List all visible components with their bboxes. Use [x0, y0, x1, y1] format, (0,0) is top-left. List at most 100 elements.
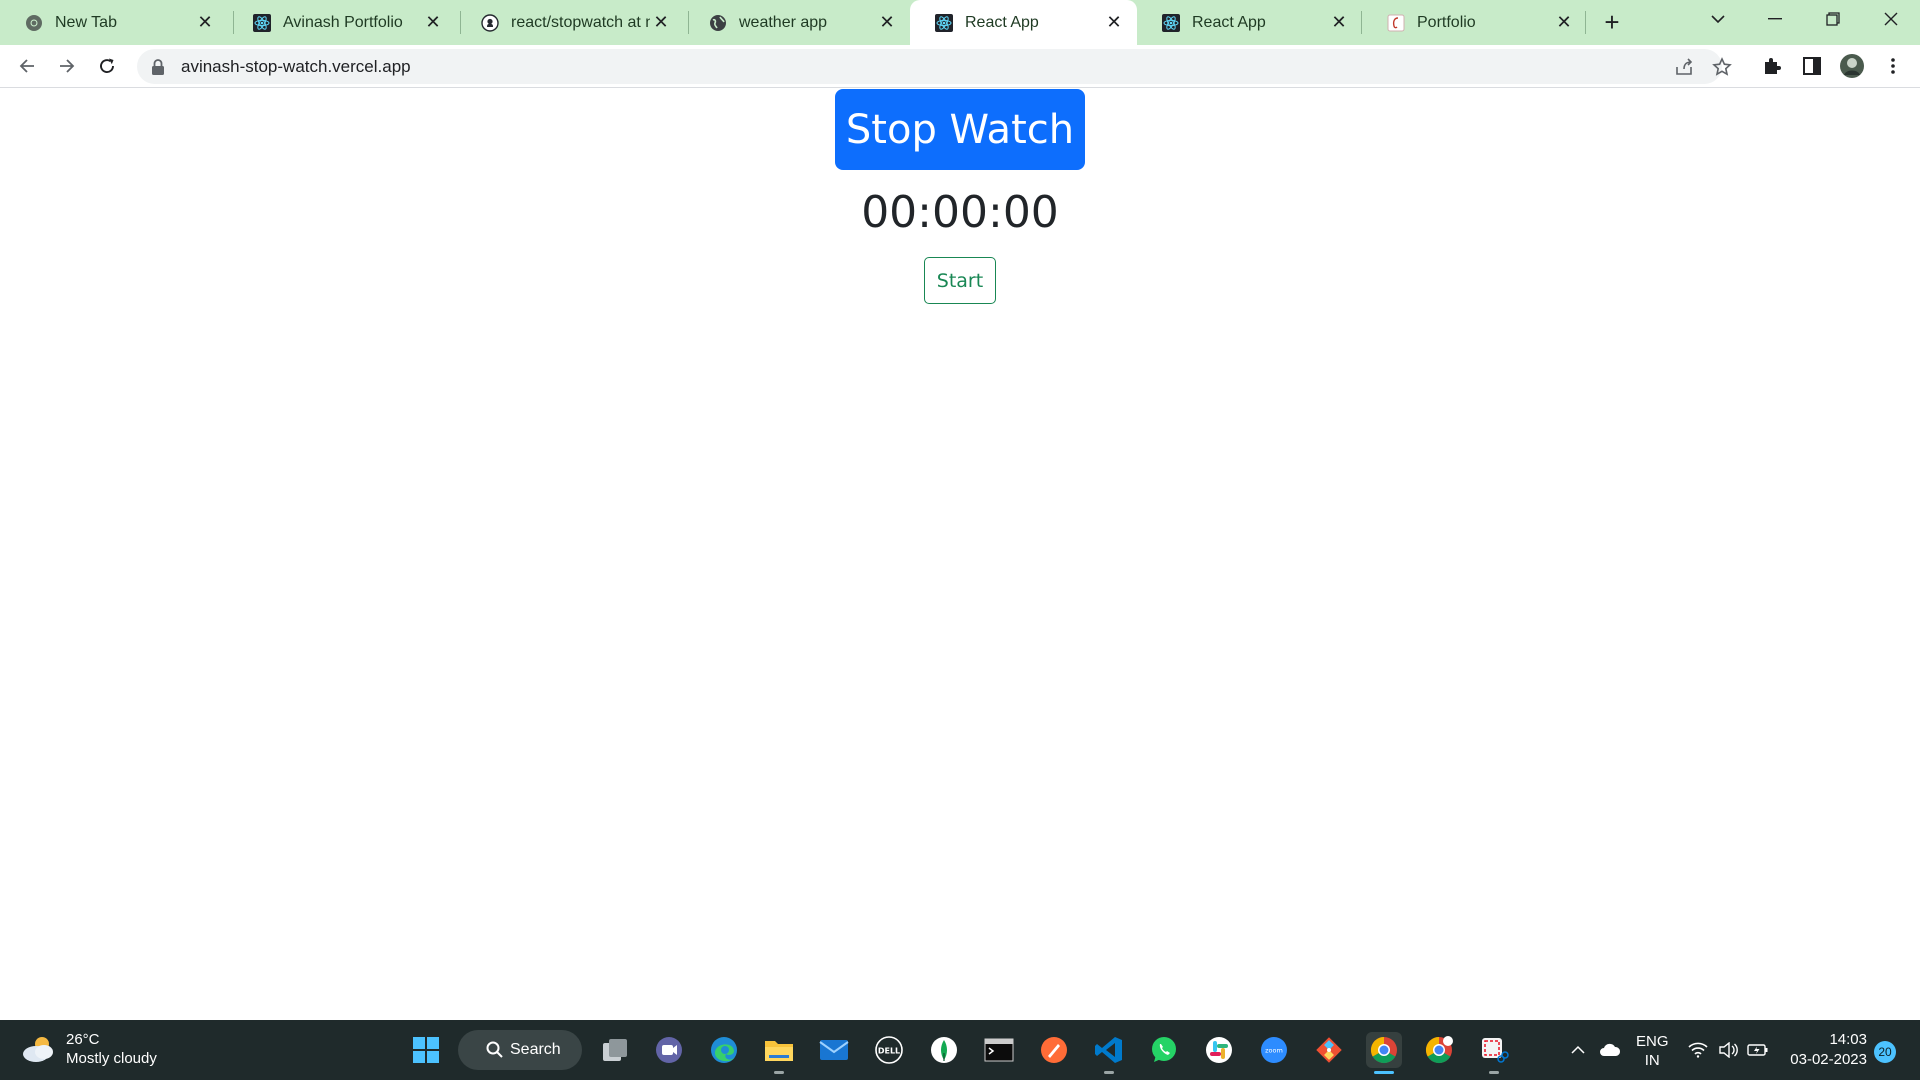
close-icon[interactable]: ✕ — [1328, 12, 1350, 34]
chrome-icon — [25, 14, 43, 32]
edge-button[interactable] — [706, 1032, 742, 1068]
close-icon[interactable]: ✕ — [876, 12, 898, 34]
close-icon[interactable]: ✕ — [1103, 12, 1125, 34]
forward-button[interactable] — [52, 51, 82, 81]
close-icon[interactable]: ✕ — [194, 12, 216, 34]
tab-title: Avinash Portfolio — [283, 13, 403, 31]
notification-count-badge[interactable]: 20 — [1874, 1041, 1896, 1063]
react-icon — [253, 13, 271, 32]
system-clock[interactable]: 14:03 03-02-2023 — [1785, 1030, 1867, 1070]
forward-arrow-icon — [60, 59, 75, 73]
restore-button[interactable] — [1810, 0, 1856, 38]
mail-icon — [819, 1040, 849, 1060]
reload-icon — [100, 58, 114, 73]
close-icon[interactable]: ✕ — [1553, 12, 1575, 34]
browser-toolbar: avinash-stop-watch.vercel.app — [0, 45, 1920, 88]
taskbar-search[interactable]: Search — [458, 1030, 582, 1070]
terminal-button[interactable] — [981, 1032, 1017, 1068]
file-explorer-icon — [765, 1041, 793, 1061]
share-icon[interactable] — [1672, 55, 1696, 79]
postman-icon — [1041, 1037, 1067, 1063]
tab-new-tab[interactable]: New Tab ✕ — [0, 0, 228, 45]
edge-icon — [711, 1037, 737, 1063]
minimize-button[interactable] — [1752, 0, 1798, 38]
close-window-button[interactable] — [1868, 0, 1914, 38]
windows-start-button[interactable] — [408, 1032, 444, 1068]
speaker-icon — [1719, 1042, 1738, 1058]
cloudy-weather-icon — [23, 1037, 53, 1062]
show-hidden-icons-button[interactable] — [1560, 1032, 1596, 1068]
tab-title: New Tab — [55, 13, 117, 31]
tab-weather-app[interactable]: weather app ✕ — [684, 0, 910, 45]
windows-taskbar: 26°C Mostly cloudy Search DELL zoom ENG … — [0, 1020, 1920, 1080]
whatsapp-button[interactable] — [1146, 1032, 1182, 1068]
windows-start-icon — [413, 1037, 439, 1063]
task-view-icon — [603, 1039, 627, 1061]
running-indicator — [1104, 1071, 1114, 1074]
file-explorer-button[interactable] — [761, 1032, 797, 1074]
tab-strip: New Tab ✕ Avinash Portfolio ✕ react/stop… — [0, 0, 1920, 45]
address-bar[interactable]: avinash-stop-watch.vercel.app — [137, 49, 1732, 84]
new-tab-button[interactable]: + — [1597, 7, 1627, 37]
postman-button[interactable] — [1036, 1032, 1072, 1068]
slack-button[interactable] — [1201, 1032, 1237, 1068]
onedrive-cloud-icon — [1600, 1043, 1621, 1056]
git-button[interactable] — [1311, 1032, 1347, 1068]
chevron-down-icon — [1711, 15, 1725, 24]
svg-text:zoom: zoom — [1265, 1047, 1283, 1055]
bookmark-star-icon[interactable] — [1710, 55, 1734, 79]
lock-icon — [151, 58, 165, 75]
region-code: IN — [1644, 1052, 1660, 1069]
reload-button[interactable] — [92, 51, 122, 81]
close-icon[interactable]: ✕ — [422, 12, 444, 34]
zoom-icon: zoom — [1261, 1037, 1287, 1063]
chrome-profile-button[interactable] — [1421, 1032, 1457, 1068]
portfolio-icon — [1387, 14, 1405, 32]
profile-avatar[interactable] — [1839, 53, 1865, 79]
chrome-button[interactable] — [1366, 1032, 1402, 1074]
back-arrow-icon — [19, 59, 34, 73]
chrome-profile-icon — [1425, 1036, 1453, 1064]
back-button[interactable] — [12, 51, 42, 81]
mongodb-compass-button[interactable] — [926, 1032, 962, 1068]
task-view-button[interactable] — [597, 1032, 633, 1068]
dell-button[interactable]: DELL — [871, 1032, 907, 1068]
battery-button[interactable] — [1740, 1032, 1776, 1068]
tab-search-button[interactable] — [1695, 0, 1741, 38]
tab-portfolio[interactable]: Portfolio ✕ — [1362, 0, 1587, 45]
zoom-button[interactable]: zoom — [1256, 1032, 1292, 1068]
tab-react-app[interactable]: React App ✕ — [1137, 0, 1362, 45]
teams-chat-button[interactable] — [651, 1032, 687, 1068]
tab-title: weather app — [739, 13, 828, 31]
tab-react-app-active[interactable]: React App ✕ — [910, 0, 1137, 45]
teams-chat-icon — [656, 1037, 682, 1063]
tab-github-stopwatch[interactable]: react/stopwatch at ma ✕ — [456, 0, 684, 45]
search-label: Search — [510, 1041, 561, 1058]
active-indicator — [1374, 1071, 1394, 1074]
globe-icon — [709, 14, 727, 32]
tab-avinash-portfolio[interactable]: Avinash Portfolio ✕ — [228, 0, 456, 45]
tab-divider — [1585, 11, 1586, 34]
stop-watch-heading-button[interactable]: Stop Watch — [835, 89, 1085, 170]
avatar-icon — [1840, 54, 1864, 78]
mail-button[interactable] — [816, 1032, 852, 1068]
tab-title: react/stopwatch at ma — [511, 13, 650, 31]
close-icon[interactable]: ✕ — [650, 12, 672, 34]
snipping-tool-button[interactable] — [1476, 1032, 1512, 1074]
language-code: ENG — [1636, 1033, 1669, 1050]
onedrive-button[interactable] — [1592, 1032, 1628, 1068]
language-indicator[interactable]: ENG IN — [1636, 1032, 1669, 1070]
weather-widget[interactable]: 26°C Mostly cloudy — [20, 1030, 157, 1068]
restore-icon — [1826, 12, 1840, 26]
slack-icon — [1206, 1037, 1232, 1063]
browser-menu-button[interactable] — [1880, 53, 1906, 79]
running-indicator — [1489, 1071, 1499, 1074]
minimize-icon — [1768, 18, 1782, 20]
vscode-button[interactable] — [1091, 1032, 1127, 1074]
extensions-button[interactable] — [1759, 53, 1785, 79]
start-button[interactable]: Start — [924, 257, 996, 304]
side-panel-button[interactable] — [1799, 53, 1825, 79]
puzzle-icon — [1765, 58, 1781, 74]
close-icon — [1884, 12, 1898, 26]
page-content: Stop Watch 00:00:00 Start — [0, 89, 1920, 1020]
